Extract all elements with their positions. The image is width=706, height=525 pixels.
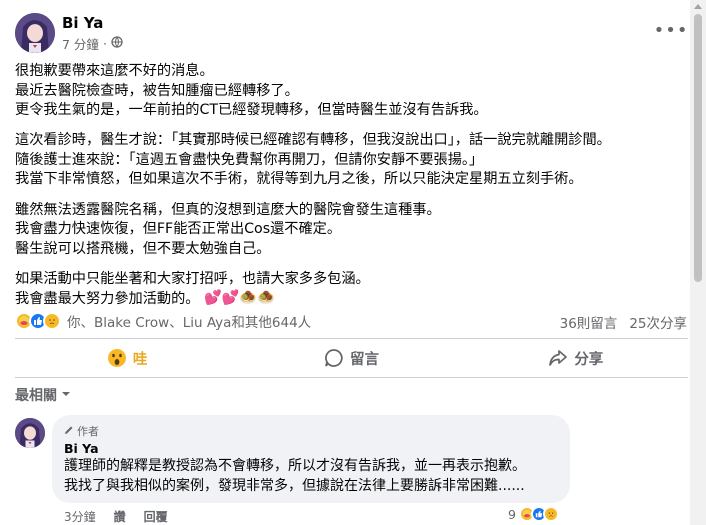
text-line: 如果活動中只能坐著和大家打招呼，也請大家多多包涵。: [15, 270, 370, 287]
comment-text: 護理師的解釋是教授認為不會轉移，所以才沒有告訴我，並一再表示抱歉。 我找了與我相…: [64, 457, 558, 496]
reaction-icons[interactable]: [15, 312, 61, 330]
post-text: 很抱歉要帶來這麼不好的消息。 最近去醫院檢查時，被告知腫瘤已經轉移了。 更令我生…: [15, 62, 685, 320]
author-avatar[interactable]: [15, 13, 55, 53]
text-line: 很抱歉要帶來這麼不好的消息。: [15, 63, 214, 79]
text-line: 護理師的解釋是教授認為不會轉移，所以才沒有告訴我，並一再表示抱歉。: [64, 458, 526, 474]
more-dots-icon: •••: [653, 19, 689, 41]
comment-like-button[interactable]: 讚: [114, 508, 126, 525]
commenter-avatar[interactable]: [15, 418, 45, 448]
author-badge: 作者: [64, 423, 558, 439]
text-line: 雖然無法透露醫院名稱，但真的沒想到這麼大的醫院會發生這種事。: [15, 201, 441, 218]
comments-count[interactable]: 36則留言: [560, 312, 618, 332]
sad-reaction-icon: [542, 506, 559, 522]
share-button[interactable]: 分享: [464, 341, 688, 375]
emoji-group: 💕💕🧆🧆: [203, 290, 275, 307]
comment-button[interactable]: 留言: [239, 341, 463, 375]
paragraph: 如果活動中只能坐著和大家打招呼，也請大家多多包涵。 我會盡最大努力參加活動的。 …: [15, 270, 685, 310]
reaction-icons: [518, 506, 559, 522]
paragraph: 很抱歉要帶來這麼不好的消息。 最近去醫院檢查時，被告知腫瘤已經轉移了。 更令我生…: [15, 62, 685, 121]
scrollbar[interactable]: [690, 0, 706, 525]
comment-sort-dropdown[interactable]: 最相關: [15, 385, 71, 405]
comment-actions: 3分鐘 讚 回覆: [64, 508, 168, 525]
text-line: 我會盡力快速恢復，但FF能否正常出Cos還不確定。: [15, 221, 342, 238]
divider: [15, 377, 688, 378]
pencil-icon: [64, 425, 74, 438]
comment-author[interactable]: Bi Ya: [64, 441, 558, 456]
paragraph: 這次看診時，醫生才說：「其實那時候已經確認有轉移，但我沒說出口」，話一說完就離開…: [15, 131, 685, 190]
text-line: 這次看診時，醫生才說：「其實那時候已經確認有轉移，但我沒說出口」，話一說完就離開…: [15, 132, 611, 149]
comment-reply-button[interactable]: 回覆: [144, 508, 168, 525]
text-segment: 我會盡最大努力參加活動的。: [15, 291, 200, 308]
chevron-down-icon: [61, 387, 71, 403]
divider: [15, 338, 688, 339]
engagement-counts: 36則留言 25次分享: [560, 312, 687, 332]
text-line: 醫生說可以搭飛機，但不要太勉強自己。: [15, 240, 271, 257]
text-line: 我找了與我相似的案例，發現非常多，但據說在法律上要勝訴非常困難......: [64, 477, 525, 494]
scrollbar-thumb[interactable]: [694, 14, 702, 282]
meta-separator: ·: [102, 36, 107, 51]
comment-time[interactable]: 3分鐘: [64, 508, 96, 525]
text-line: 隨後護士進來說：「這週五會盡快免費幫你再開刀，但請你安靜不要張揚。」: [15, 151, 484, 168]
react-label: 哇: [132, 351, 148, 368]
author-name[interactable]: Bi Ya: [62, 14, 103, 32]
scroll-up-arrow-icon[interactable]: [694, 4, 702, 9]
shares-count[interactable]: 25次分享: [629, 312, 687, 332]
badge-label: 作者: [77, 425, 99, 438]
comment-reaction-count: 9: [508, 506, 516, 522]
sad-reaction-icon: [43, 312, 61, 330]
post-card: Bi Ya 7 分鐘 · ••• 很抱歉要帶來這麼不好的消息。 最近去醫院檢查時…: [0, 0, 690, 525]
comment-bubble: 作者 Bi Ya 護理師的解釋是教授認為不會轉移，所以才沒有告訴我，並一再表示抱…: [52, 415, 570, 503]
reactors-text[interactable]: 你、Blake Crow、Liu Aya和其他644人: [67, 311, 311, 331]
text-line: 更令我生氣的是，一年前拍的CT已經發現轉移，但當時醫生並沒有告訴我。: [15, 102, 488, 119]
post-meta: 7 分鐘 ·: [62, 34, 123, 53]
more-options-button[interactable]: •••: [653, 18, 689, 42]
react-button[interactable]: 哇: [15, 341, 239, 375]
paragraph: 雖然無法透露醫院名稱，但真的沒想到這麼大的醫院會發生這種事。 我會盡力快速恢復，…: [15, 201, 685, 260]
share-icon: [548, 348, 568, 368]
comment-icon: [324, 348, 344, 368]
text-line: 最近去醫院檢查時，被告知腫瘤已經轉移了。: [15, 82, 299, 99]
action-bar: 哇 留言 分享: [15, 341, 688, 375]
text-line: 我會盡最大努力參加活動的。 💕💕🧆🧆: [15, 289, 685, 309]
comment-label: 留言: [349, 351, 379, 368]
sort-label: 最相關: [15, 388, 57, 404]
comment-reactions[interactable]: 9: [508, 506, 559, 522]
post-time[interactable]: 7 分鐘: [62, 34, 99, 53]
globe-icon: [111, 36, 123, 51]
wow-icon: [107, 348, 127, 368]
share-label: 分享: [574, 351, 604, 368]
reactions-summary: 你、Blake Crow、Liu Aya和其他644人 36則留言 25次分享: [15, 310, 689, 332]
text-line: 我當下非常憤怒，但如果這次不手術，就得等到九月之後，所以只能決定星期五立刻手術。: [15, 171, 583, 188]
